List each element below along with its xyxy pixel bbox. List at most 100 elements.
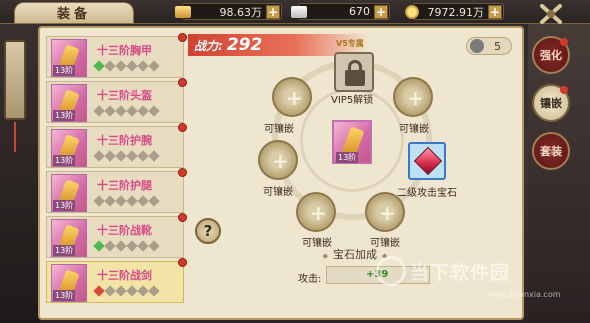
gem-indicator — [93, 195, 105, 207]
equipment-level: 13阶 — [53, 110, 76, 121]
equipment-item-chest[interactable]: 13阶 十三阶胸甲 — [46, 33, 187, 78]
plus-icon: + — [310, 201, 327, 225]
gem-bonus-title-text: 宝石加成 — [333, 248, 377, 261]
equipment-name: 十三阶护腿 — [97, 179, 152, 192]
attack-gem-socket[interactable] — [408, 142, 446, 180]
watermark-url: www.downxia.com — [486, 290, 561, 299]
gem-indicators — [93, 60, 160, 72]
notification-dot — [560, 86, 568, 94]
equipment-level: 13阶 — [53, 200, 76, 211]
gem-indicators — [93, 105, 160, 117]
equipment-name: 十三阶头盔 — [97, 89, 152, 102]
empty-socket-label: 可镶嵌 — [264, 124, 294, 135]
gem-indicators — [93, 240, 160, 252]
equipment-level: 13阶 — [53, 65, 76, 76]
attack-gem-label: 二级攻击宝石 — [397, 188, 457, 199]
notification-dot — [178, 78, 187, 87]
gem-indicator — [126, 285, 138, 297]
gem-indicator — [148, 105, 160, 117]
gem-indicator — [148, 285, 160, 297]
gem-indicator — [126, 60, 138, 72]
gem-indicator — [93, 60, 105, 72]
top-bar: 装备 98.63万 + 670 + 7972.91万 + — [0, 0, 590, 24]
equipment-level: 13阶 — [53, 155, 76, 166]
close-icon[interactable] — [538, 2, 564, 26]
gem-indicator — [115, 195, 127, 207]
empty-socket-lower-right[interactable]: + — [365, 192, 405, 232]
gem-indicator — [137, 285, 149, 297]
equipment-name: 十三阶胸甲 — [97, 44, 152, 57]
tab-set-label: 套装 — [540, 145, 562, 158]
gem-indicator — [126, 105, 138, 117]
tab-enhance[interactable]: 强化 — [532, 36, 570, 74]
empty-socket-upper-left[interactable]: + — [272, 77, 312, 117]
gem-indicator — [126, 240, 138, 252]
gem-indicator — [115, 60, 127, 72]
empty-socket-upper-right[interactable]: + — [393, 77, 433, 117]
equipment-item-sword[interactable]: 13阶 十三阶战剑 — [46, 258, 187, 303]
gem-indicator — [148, 60, 160, 72]
gem-count-value: 5 — [494, 39, 501, 53]
gem-indicators — [93, 150, 160, 162]
gem-indicator — [104, 105, 116, 117]
tab-inlay[interactable]: 镶嵌 — [532, 84, 570, 122]
add-gold-ingot-button[interactable]: + — [266, 4, 280, 19]
equipment-item-bracer[interactable]: 13阶 十三阶护腕 — [46, 123, 187, 168]
ruby-gem-icon — [413, 146, 443, 176]
add-silver-ingot-button[interactable]: + — [374, 4, 388, 19]
gem-indicator — [93, 285, 105, 297]
equipment-level: 13阶 — [53, 290, 76, 301]
gem-indicator — [137, 195, 149, 207]
selected-equipment-level: 13阶 — [336, 152, 359, 163]
equipment-item-leggings[interactable]: 13阶 十三阶护腿 — [46, 168, 187, 213]
tab-inlay-label: 镶嵌 — [540, 97, 562, 110]
equipment-name: 十三阶战剑 — [97, 269, 152, 282]
empty-socket-left[interactable]: + — [258, 140, 298, 180]
equipment-name: 十三阶战靴 — [97, 224, 152, 237]
equipment-item-boots[interactable]: 13阶 十三阶战靴 — [46, 213, 187, 258]
gem-indicator — [148, 195, 160, 207]
gem-indicator — [104, 150, 116, 162]
watermark-logo-icon — [376, 256, 406, 286]
watermark-text: 当下软件园 — [410, 262, 511, 284]
silver-ingot-icon — [291, 5, 307, 18]
tab-enhance-label: 强化 — [540, 49, 562, 62]
window-title: 装备 — [56, 7, 91, 22]
empty-socket-lower-left[interactable]: + — [296, 192, 336, 232]
notification-dot — [178, 168, 187, 177]
gem-indicators — [93, 195, 160, 207]
notification-dot — [178, 33, 187, 42]
equipment-item-helmet[interactable]: 13阶 十三阶头盔 — [46, 78, 187, 123]
gem-indicator — [115, 285, 127, 297]
selected-equipment-sword: 13阶 — [332, 120, 372, 164]
gem-icon — [470, 39, 484, 53]
gem-indicator — [104, 285, 116, 297]
plus-icon: + — [272, 149, 289, 173]
notification-dot — [178, 213, 187, 222]
gem-indicator — [104, 195, 116, 207]
plus-icon: + — [379, 201, 396, 225]
gem-indicator — [126, 195, 138, 207]
notification-dot — [178, 258, 187, 267]
gem-indicator — [148, 150, 160, 162]
gem-indicator — [137, 60, 149, 72]
left-backdrop — [0, 0, 40, 323]
coin-icon — [405, 4, 419, 19]
help-button[interactable]: ? — [195, 218, 221, 244]
gem-indicator — [148, 240, 160, 252]
plus-icon: + — [286, 86, 303, 110]
coin-value: 7972.91万 — [427, 5, 485, 19]
notification-dot — [178, 123, 187, 132]
empty-socket-label: 可镶嵌 — [263, 187, 293, 198]
locked-socket[interactable] — [334, 52, 374, 92]
gem-indicator — [137, 150, 149, 162]
combat-power-value: 292 — [226, 35, 263, 55]
gem-indicator — [104, 240, 116, 252]
gold-ingot-value: 98.63万 — [219, 5, 263, 19]
gem-indicator — [93, 240, 105, 252]
tab-set[interactable]: 套装 — [532, 132, 570, 170]
combat-power-label: 战力: — [194, 38, 223, 53]
add-coin-button[interactable]: + — [488, 4, 502, 19]
gem-indicator — [137, 240, 149, 252]
equipment-name: 十三阶护腕 — [97, 134, 152, 147]
